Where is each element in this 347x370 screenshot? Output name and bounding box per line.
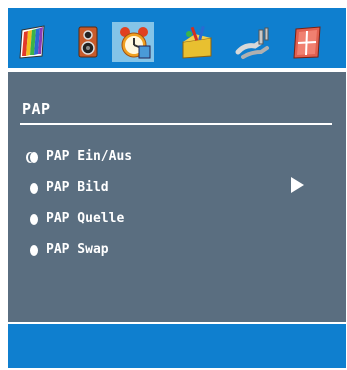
tab-picture[interactable] [11,22,53,62]
sound-icon [78,26,98,58]
tab-setup[interactable] [286,22,328,62]
menu-item-label: PAP Swap [46,242,109,257]
bullet-icon [30,214,38,225]
features-icon [182,25,212,59]
menu-item-label: PAP Quelle [46,211,125,226]
title-divider [20,123,332,125]
icon-bar [8,8,346,68]
setup-icon [293,26,321,59]
submenu-arrow-icon[interactable] [291,177,304,193]
menu-item-label: PAP Bild [46,180,109,195]
picture-icon [19,25,45,59]
osd-menu: PAP PAP Ein/Aus PAP Bild PAP Quelle PAP … [8,8,346,368]
menu-item-pap-picture[interactable]: PAP Bild [28,180,318,198]
tab-sound[interactable] [66,22,108,62]
menu-item-pap-swap[interactable]: PAP Swap [28,242,318,260]
menu-panel: PAP PAP Ein/Aus PAP Bild PAP Quelle PAP … [8,72,346,322]
timer-icon [120,27,151,59]
tab-features[interactable] [176,22,218,62]
source-icon [235,27,269,59]
menu-item-pap-source[interactable]: PAP Quelle [28,211,318,229]
bullet-icon [30,183,38,194]
menu-item-pap-on-off[interactable]: PAP Ein/Aus [28,149,318,167]
menu-item-label: PAP Ein/Aus [46,149,133,164]
tab-timer[interactable] [112,22,154,62]
footer-bar [8,324,346,368]
menu-title: PAP [22,100,51,118]
bullet-icon [30,152,38,163]
bullet-icon [30,245,38,256]
tab-source[interactable] [232,22,274,62]
